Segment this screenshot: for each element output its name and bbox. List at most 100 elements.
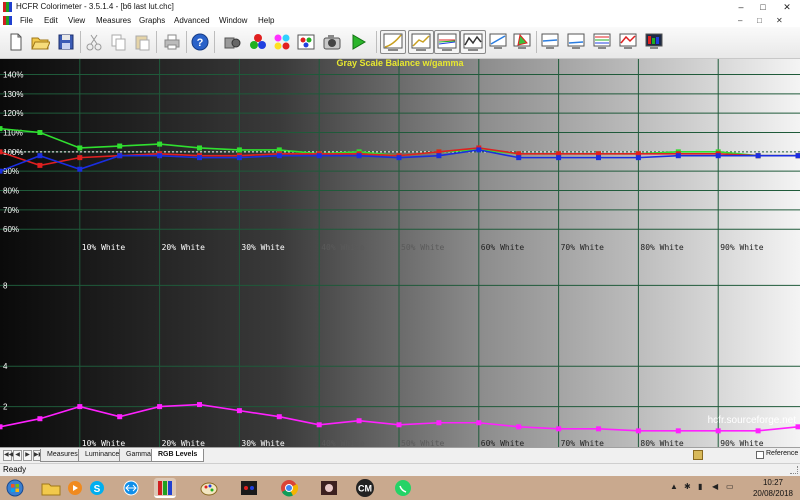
graph-saturation-shift-button[interactable] (644, 31, 664, 51)
svg-text:S: S (94, 484, 101, 495)
taskbar-media-player[interactable] (64, 478, 86, 498)
close-button[interactable]: ✕ (776, 0, 798, 14)
y-tick-label: 2 (3, 403, 8, 412)
x-axis-label: 70% White (561, 439, 605, 447)
menu-advanced[interactable]: Advanced (174, 14, 210, 27)
print-button[interactable] (162, 32, 182, 52)
data-point (117, 153, 123, 159)
watermark: hcfr.sourceforge.net (708, 415, 797, 426)
taskbar-skype[interactable]: S (86, 478, 108, 498)
menu-measures[interactable]: Measures (96, 14, 131, 27)
mdi-close-button[interactable]: ✕ (776, 14, 783, 27)
graph-rgb-button[interactable] (434, 30, 460, 54)
menu-graphs[interactable]: Graphs (139, 14, 165, 27)
document-icon[interactable] (3, 16, 13, 25)
tray-volume-icon[interactable]: ◀ (712, 482, 718, 491)
menu-help[interactable]: Help (258, 14, 274, 27)
tab-nav-first[interactable]: ◀◀ (3, 450, 13, 461)
taskbar-clock[interactable]: 10:27 20/08/2018 (748, 477, 798, 499)
taskbar-chrome[interactable] (278, 478, 300, 498)
x-axis-label: 40% White (321, 243, 365, 252)
graph-near-white-button[interactable] (592, 31, 612, 51)
tray-network-icon[interactable]: ▮ (698, 482, 702, 491)
chart-background (0, 59, 800, 447)
taskbar-teamviewer[interactable] (120, 478, 142, 498)
lock-icon (693, 450, 703, 460)
generator-button[interactable] (248, 32, 268, 52)
x-axis-label: 90% White (720, 243, 764, 252)
data-point (715, 153, 721, 159)
taskbar-hcfr[interactable] (154, 478, 176, 498)
tray-battery-icon[interactable]: ▭ (726, 482, 734, 491)
graph-cie-button[interactable] (512, 31, 532, 51)
taskbar-photo[interactable] (318, 478, 340, 498)
graph-gamma-button[interactable] (408, 30, 434, 54)
graph-luminance-button[interactable] (380, 30, 406, 54)
copy-button[interactable] (108, 32, 128, 52)
open-button[interactable] (30, 32, 50, 52)
saturation-shift-icon (645, 33, 663, 49)
cm-label: CM (358, 484, 372, 494)
graph-delta-e-button[interactable] (618, 31, 638, 51)
start-button[interactable] (4, 478, 26, 498)
x-axis-label: 30% White (241, 243, 285, 252)
menu-file[interactable]: File (20, 14, 33, 27)
run-button[interactable] (348, 32, 368, 52)
paint-icon (200, 482, 218, 496)
taskbar-whatsapp[interactable] (392, 478, 414, 498)
pattern-button[interactable] (296, 32, 316, 52)
data-point (117, 414, 123, 420)
menu-edit[interactable]: Edit (44, 14, 58, 27)
help-button[interactable]: ? (190, 32, 210, 52)
data-point (795, 153, 800, 159)
data-point (37, 153, 43, 159)
camera-button[interactable] (322, 32, 342, 52)
lower-x-labels: 10% White 20% White 30% White 40% White 50% … (82, 439, 764, 447)
y-tick-label: 70% (3, 206, 19, 215)
minimize-button[interactable]: – (730, 0, 752, 14)
data-point (236, 147, 242, 153)
x-axis-label: 40% White (321, 439, 365, 447)
data-point (276, 414, 282, 420)
graph-colortemp-button[interactable] (540, 31, 560, 51)
camera-icon (323, 35, 341, 50)
data-point (476, 420, 482, 426)
tab-rgb-levels[interactable]: RGB Levels (151, 449, 205, 462)
tray-expand-icon[interactable]: ▲ (670, 482, 678, 491)
skype-icon: S (90, 481, 104, 495)
teamviewer-icon (123, 480, 139, 496)
taskbar-paint[interactable] (198, 478, 220, 498)
graph-saturation-button[interactable] (488, 31, 508, 51)
tab-nav-next[interactable]: ▶ (23, 450, 32, 461)
new-document-button[interactable] (6, 32, 26, 52)
color-measures-button[interactable] (272, 32, 292, 52)
hcfr-app-icon (3, 2, 13, 12)
taskbar-explorer[interactable] (40, 478, 62, 498)
mdi-minimize-button[interactable]: – (738, 14, 742, 27)
sensor-button[interactable] (222, 32, 242, 52)
graph-near-black-button[interactable] (566, 31, 586, 51)
data-point (755, 428, 761, 434)
mdi-restore-button[interactable]: □ (757, 14, 762, 27)
data-point (37, 129, 43, 135)
taskbar-capture[interactable] (238, 478, 260, 498)
x-axis-label: 20% White (162, 439, 206, 447)
x-axis-label: 10% White (82, 439, 126, 447)
reference-checkbox[interactable] (756, 451, 764, 459)
data-point (476, 147, 482, 153)
taskbar: S CM ▲ ✱ ▮ ◀ ▭ 10:27 20/08/2018 (0, 476, 800, 500)
taskbar-cm[interactable]: CM (354, 478, 376, 498)
graph-rgb-histogram-button[interactable] (460, 30, 486, 54)
tray-bluetooth-icon[interactable]: ✱ (684, 482, 691, 491)
save-button[interactable] (56, 32, 76, 52)
resize-grip[interactable] (790, 466, 798, 474)
maximize-button[interactable]: □ (752, 0, 774, 14)
paste-button[interactable] (132, 32, 152, 52)
tab-nav-prev[interactable]: ◀ (13, 450, 22, 461)
color-temp-graph-icon (541, 33, 559, 49)
data-point (157, 153, 163, 159)
menu-view[interactable]: View (68, 14, 85, 27)
data-point (316, 153, 322, 159)
cut-button[interactable] (84, 32, 104, 52)
menu-window[interactable]: Window (219, 14, 247, 27)
